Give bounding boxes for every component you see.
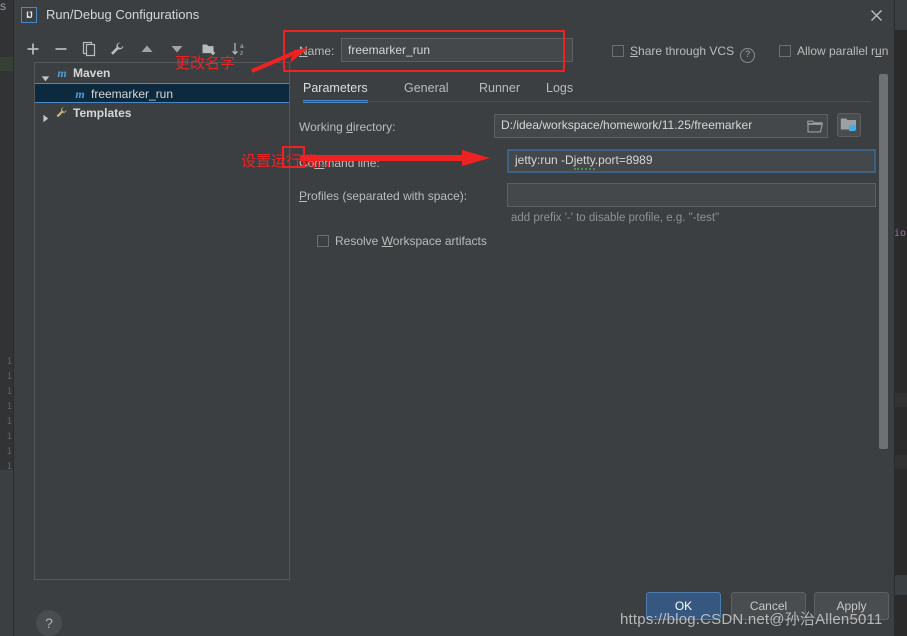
profiles-label: Profiles (separated with space): [299,189,468,203]
folder-open-icon[interactable] [807,119,823,133]
copy-configuration-button[interactable] [78,38,100,60]
ide-left-top-label: S [0,2,7,12]
svg-text:z: z [240,50,243,57]
dialog-title: Run/Debug Configurations [46,7,200,22]
run-debug-configurations-dialog: IJ Run/Debug Configurations a z m Maven … [14,0,894,636]
resolve-workspace-artifacts-checkbox[interactable]: Resolve Workspace artifacts [317,234,487,248]
insert-macro-button[interactable] [837,113,861,137]
allow-parallel-run-checkbox[interactable]: Allow parallel run [779,44,888,58]
tree-node-freemarker-run[interactable]: m freemarker_run [35,83,289,103]
chevron-down-icon[interactable] [41,69,50,82]
command-line-value-suffix: .port=8989 [594,153,653,167]
move-down-button[interactable] [166,38,188,60]
configurations-tree[interactable]: m Maven m freemarker_run Templates [34,62,290,580]
ide-right-toolbar-band [894,0,907,30]
working-directory-label: Working directory: [299,120,396,134]
sort-alphabetically-button[interactable]: a z [228,38,250,60]
profiles-input[interactable] [507,183,876,207]
help-button[interactable]: ? [36,610,62,636]
edit-templates-wrench-icon[interactable] [106,38,128,60]
parallel-checkbox-label: Allow parallel run [797,44,889,58]
working-directory-value: D:/idea/workspace/homework/11.25/freemar… [501,118,753,132]
parallel-checkbox-box[interactable] [779,45,791,57]
tab-logs[interactable]: Logs [546,78,573,102]
ide-gutter-highlight [0,57,14,71]
name-field-label: Name: [299,44,335,58]
tree-node-label: Templates [73,106,132,120]
apply-button[interactable]: Apply [814,592,889,620]
share-checkbox-label: Share through VCS [630,44,735,58]
ide-right-code-fragment: io [894,228,907,239]
close-icon[interactable] [859,0,894,30]
maven-icon: m [57,66,67,80]
tree-node-label: freemarker_run [91,87,174,101]
add-configuration-button[interactable] [22,38,44,60]
cancel-button[interactable]: Cancel [731,592,806,620]
ide-right-band-upper [894,393,907,407]
chevron-right-icon[interactable] [41,109,50,123]
command-line-label: Command line: [299,156,380,170]
tab-general[interactable]: General [404,78,448,102]
move-up-button[interactable] [136,38,158,60]
name-input[interactable]: freemarker_run [341,38,573,62]
resolve-workspace-checkbox-box[interactable] [317,235,329,247]
share-checkbox-box[interactable] [612,45,624,57]
configuration-tabs: Parameters General Runner Logs [303,78,873,103]
ide-right-status-band [894,575,907,595]
intellij-idea-icon: IJ [21,7,37,23]
working-directory-input[interactable]: D:/idea/workspace/homework/11.25/freemar… [494,114,828,138]
command-line-input[interactable]: jetty:run -Djetty.port=8989 [507,149,876,173]
command-line-value-prefix: jetty:run -D [515,153,574,167]
ide-right-panel [894,0,907,636]
tree-node-label: Maven [73,66,111,80]
command-line-value-spell: jetty [573,153,595,170]
new-folder-button[interactable] [198,38,220,60]
maven-icon: m [75,87,85,101]
resolve-workspace-checkbox-label: Resolve Workspace artifacts [335,234,487,248]
configurations-toolbar: a z [22,36,284,62]
dialog-titlebar: IJ Run/Debug Configurations [14,0,894,30]
tabs-divider [303,101,871,102]
svg-text:a: a [240,43,244,50]
profiles-hint: add prefix '-' to disable profile, e.g. … [511,212,720,224]
content-scrollbar[interactable] [879,74,888,449]
tree-node-maven[interactable]: m Maven [35,63,289,83]
wrench-icon [54,106,68,120]
tab-runner[interactable]: Runner [479,78,520,102]
tab-parameters[interactable]: Parameters [303,78,368,103]
ide-right-band-lower [894,455,907,469]
share-help-icon[interactable]: ? [740,48,756,63]
remove-configuration-button[interactable] [50,38,72,60]
share-through-vcs-checkbox[interactable]: Share through VCS? [612,44,756,63]
tree-node-templates[interactable]: Templates [35,103,289,123]
ok-button[interactable]: OK [646,592,721,620]
ide-lower-panel [0,470,14,636]
